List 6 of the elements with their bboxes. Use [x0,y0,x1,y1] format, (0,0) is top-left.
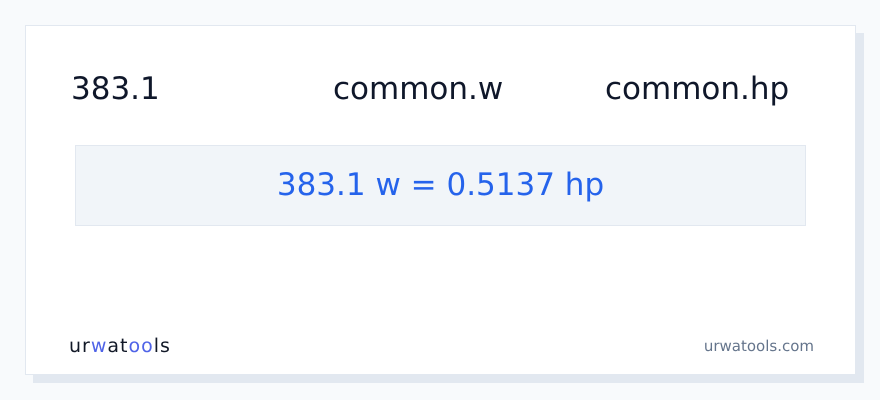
input-value: 383.1 [71,70,161,109]
result-text: 383.1 w = 0.5137 hp [276,166,604,206]
site-url: urwatools.com [704,336,814,356]
to-unit: common.hp [605,70,790,109]
logo: urwatools [69,334,171,358]
from-unit: common.w [333,70,504,109]
